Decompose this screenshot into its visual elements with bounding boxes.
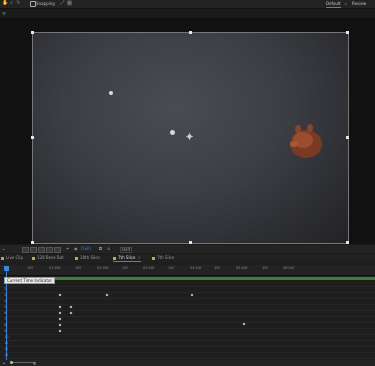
ruler-label: 10f — [168, 266, 174, 270]
timeline-footer — [0, 360, 375, 366]
anchor-point[interactable] — [109, 91, 113, 95]
ruler-label: 06:00f — [283, 266, 295, 270]
resolution-dropdown[interactable]: Half — [120, 247, 132, 253]
transform-handle[interactable] — [31, 136, 34, 139]
transform-handle[interactable] — [31, 31, 34, 34]
piggy-figurine-image — [288, 122, 324, 162]
top-toolbar: ✋ ⌕ ↻ Snapping ⤢ ▦ Default ≡ Review — [0, 0, 375, 9]
layer-track[interactable]: 13 — [0, 353, 375, 359]
snapshot-icon[interactable]: ⊘ — [107, 246, 110, 252]
snap-icon[interactable]: ⤢ — [60, 1, 65, 6]
tab-color-swatch — [75, 256, 78, 260]
color-picker-icon[interactable]: ◉ — [74, 246, 78, 252]
tab-comp[interactable]: Live Clip — [1, 255, 23, 261]
zoom-in-icon[interactable]: ▲ — [33, 360, 36, 366]
zoom-readout[interactable]: (Full) — [81, 246, 91, 252]
crosshair-icon[interactable] — [186, 133, 193, 140]
transparency-icon[interactable] — [54, 247, 61, 253]
tab-comp[interactable]: 18th Slice — [75, 255, 100, 261]
tab-color-swatch — [1, 256, 4, 260]
mask-toggle-icon[interactable] — [30, 247, 37, 253]
tab-comp[interactable]: 128 Bees Bat — [32, 255, 64, 261]
viewer-controls-bar: ⌄ ✦ ◉ (Full) ◘ ⊘ Half — [0, 245, 375, 253]
tab-label: 128 Bees Bat — [37, 255, 64, 260]
ruler-label: 05:00f — [236, 266, 248, 270]
ruler-label: 10f — [214, 266, 220, 270]
anchor-point[interactable] — [170, 130, 175, 135]
ruler-label: 10f — [122, 266, 128, 270]
transform-handle[interactable] — [346, 31, 349, 34]
workspace-review[interactable]: Review — [352, 1, 366, 7]
magnification-dropdown[interactable]: ⌄ — [2, 246, 5, 252]
channel-icon[interactable] — [38, 247, 45, 253]
timeline-zoom-knob[interactable] — [10, 361, 13, 364]
tab-label: 7th Slice — [157, 255, 175, 260]
tab-label: Live Clip — [6, 255, 23, 260]
transform-handle[interactable] — [346, 241, 349, 244]
tab-color-swatch — [32, 256, 35, 260]
current-time-indicator[interactable] — [4, 266, 9, 271]
rotate-tool-icon[interactable]: ↻ — [16, 1, 21, 6]
transform-handle[interactable] — [31, 241, 34, 244]
ruler-label: 04:00f — [190, 266, 202, 270]
ruler-label: 10f — [75, 266, 81, 270]
ruler-label: 01:00f — [49, 266, 61, 270]
ruler-label: 10f — [262, 266, 268, 270]
time-ruler[interactable]: 0f 10f 01:00f 10f 02:00f 10f 03:00f 10f … — [0, 265, 375, 276]
tab-color-swatch — [113, 256, 116, 260]
close-tab-icon[interactable]: × — [137, 255, 140, 260]
zoom-tool-icon[interactable]: ⌕ — [9, 1, 14, 6]
selection-tool-icon[interactable]: ✋ — [2, 1, 8, 6]
zoom-out-icon[interactable]: ▴ — [3, 360, 5, 366]
workspace-menu-icon[interactable]: ≡ — [344, 1, 347, 7]
tab-label: 7th Slice — [118, 255, 136, 260]
tab-label: 18th Slice — [80, 255, 100, 260]
region-icon[interactable] — [46, 247, 53, 253]
camera-icon[interactable]: ◘ — [99, 246, 102, 252]
fast-preview-icon[interactable]: ✦ — [66, 246, 69, 252]
transform-handle[interactable] — [189, 241, 192, 244]
grid-icon[interactable]: ▦ — [67, 1, 72, 6]
snapping-label: Snapping — [36, 1, 55, 6]
transform-handle[interactable] — [346, 136, 349, 139]
ruler-label: 10f — [27, 266, 33, 270]
panel-menu-icon[interactable]: ≡ — [2, 11, 6, 17]
tab-comp-active[interactable]: 7th Slice × — [113, 255, 141, 262]
tab-color-swatch — [152, 256, 155, 260]
ruler-label: 03:00f — [143, 266, 155, 270]
ruler-label: 02:00f — [97, 266, 109, 270]
work-area-bar[interactable] — [6, 277, 375, 280]
workspace-default[interactable]: Default — [326, 1, 341, 8]
grid-toggle-icon[interactable] — [22, 247, 29, 253]
tooltip: Current Time Indicator — [4, 277, 56, 284]
transform-handle[interactable] — [189, 31, 192, 34]
tab-comp[interactable]: 7th Slice — [152, 255, 174, 261]
